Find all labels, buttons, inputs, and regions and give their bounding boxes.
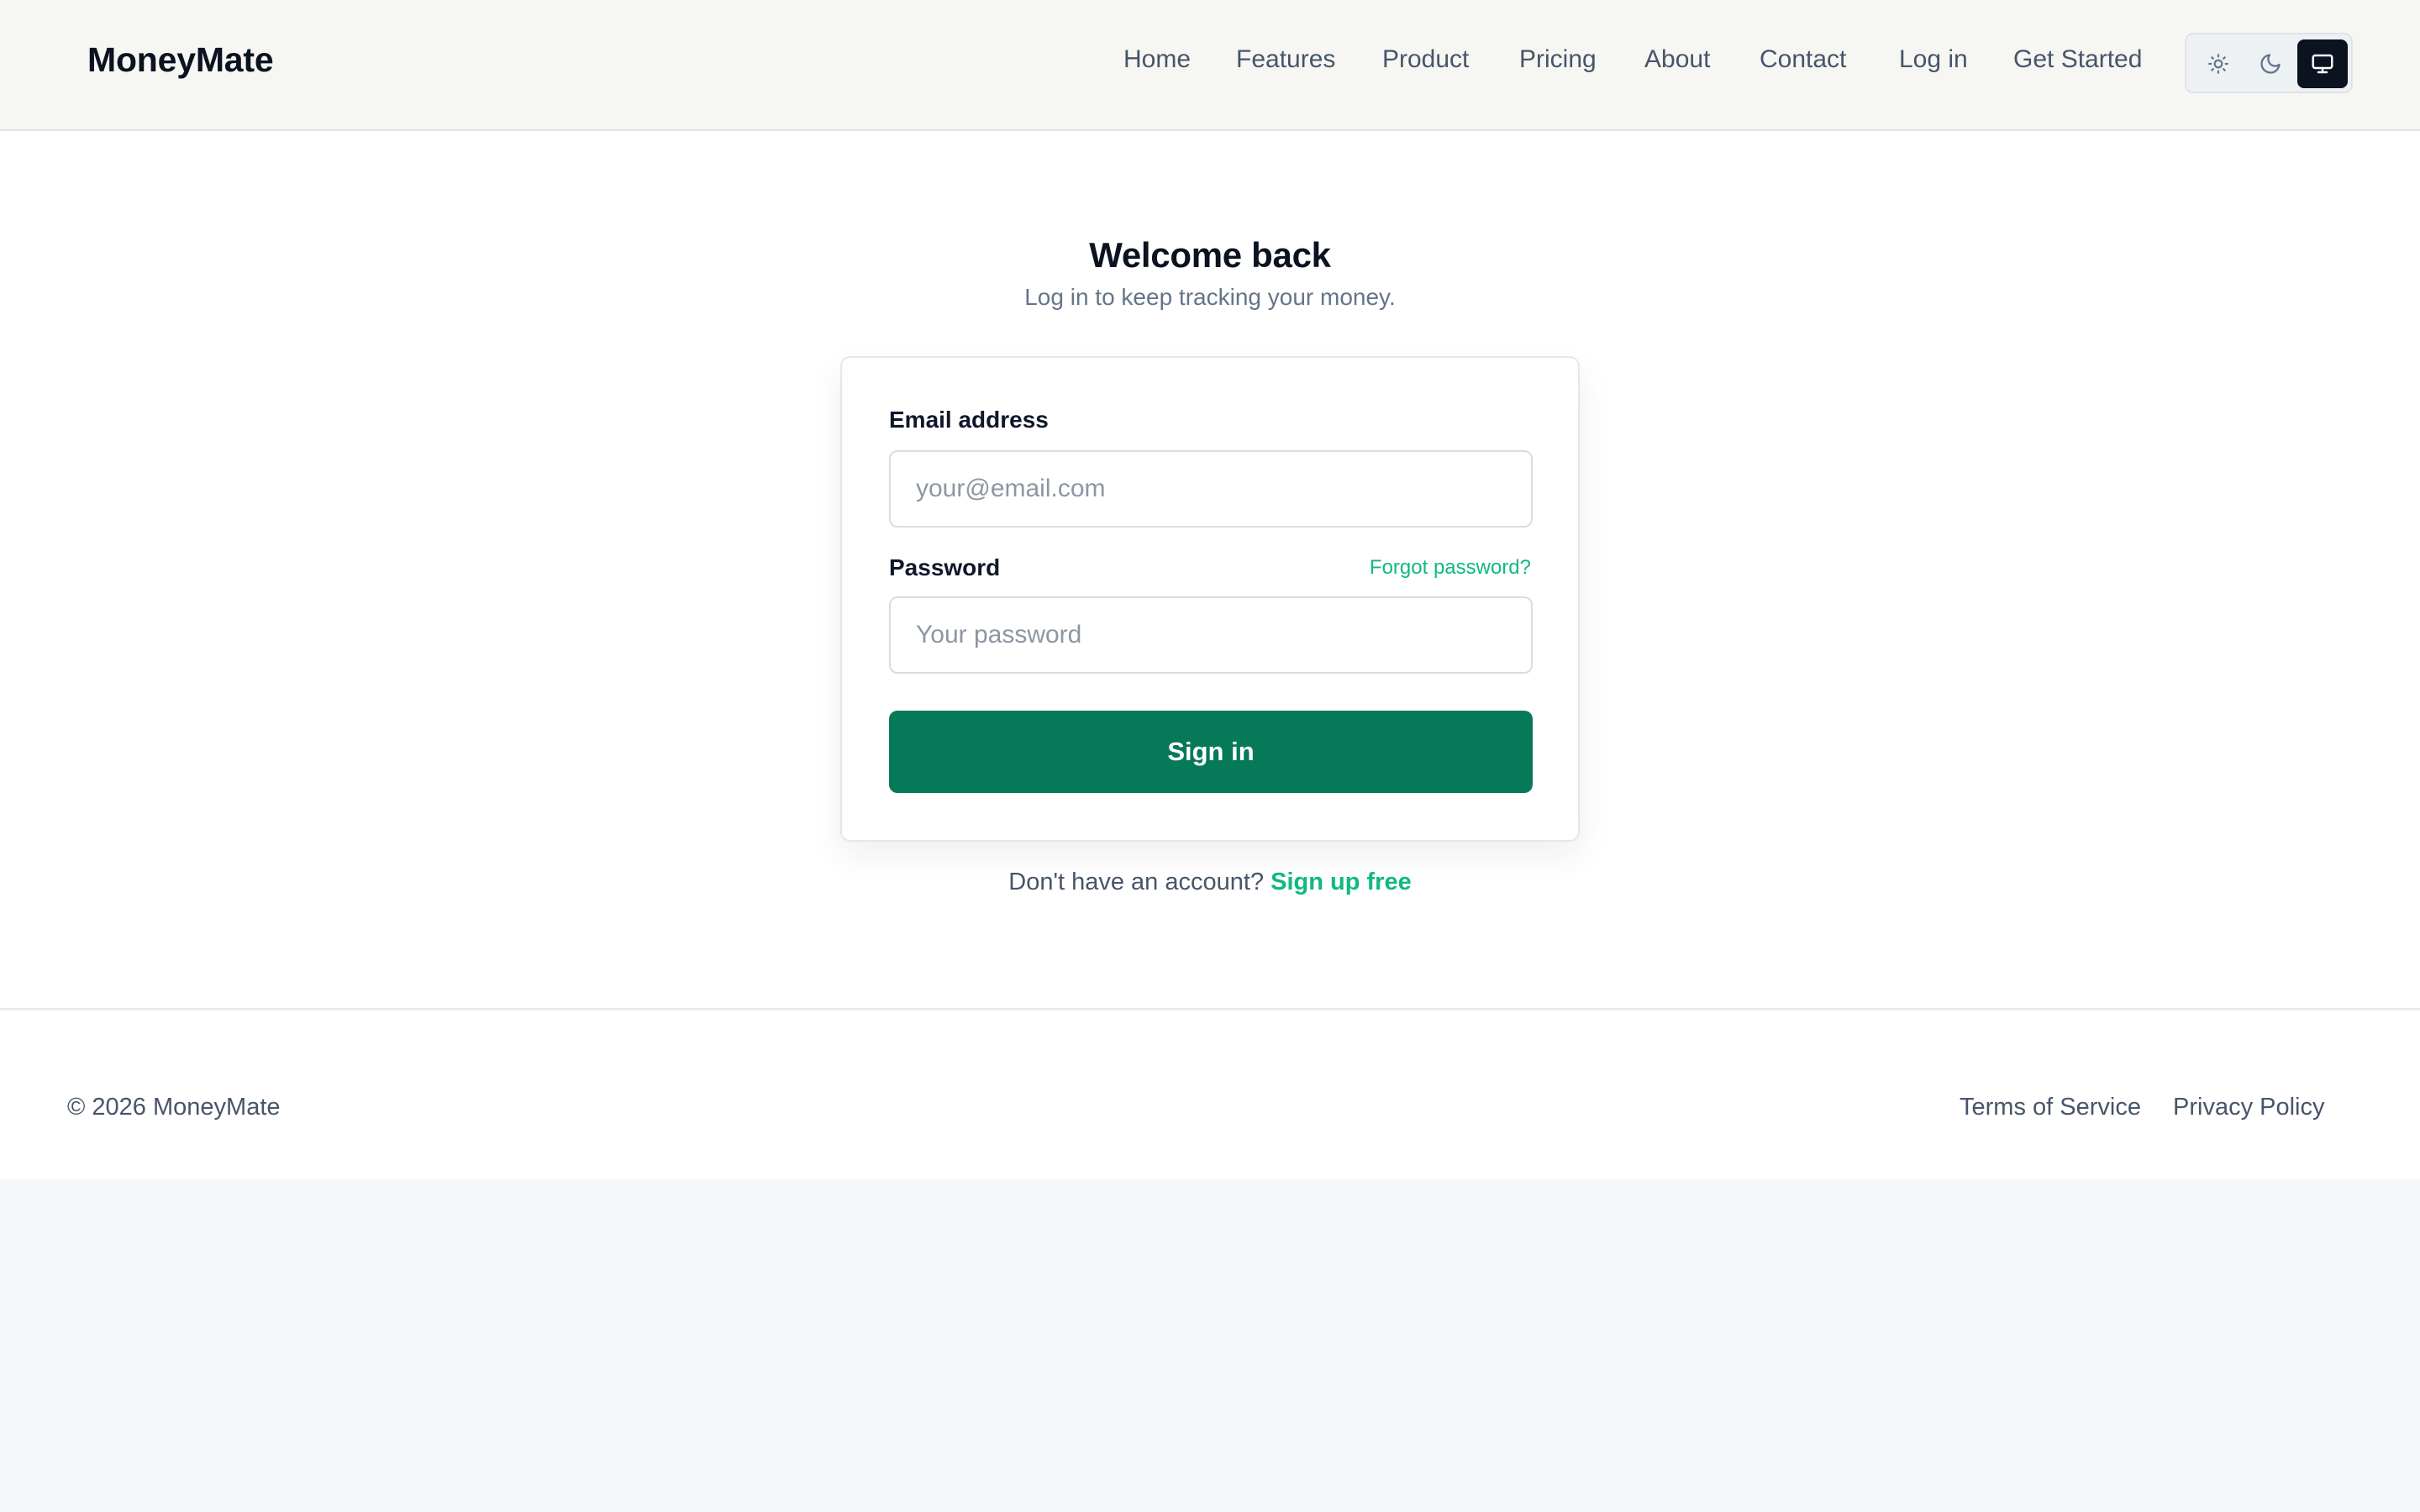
nav-login-link[interactable]: Log in — [1899, 45, 1968, 74]
forgot-password-link[interactable]: Forgot password? — [1370, 556, 1531, 580]
password-field[interactable] — [889, 596, 1533, 674]
page: MoneyMate Home Features Product Pricing … — [0, 0, 2420, 1512]
email-label: Email address — [889, 407, 1049, 433]
copyright-text: © 2026 MoneyMate — [67, 1094, 281, 1121]
system-theme-button[interactable] — [2297, 39, 2348, 88]
moon-icon — [2260, 54, 2281, 74]
sun-icon — [2208, 54, 2228, 74]
page-subtitle: Log in to keep tracking your money. — [1024, 284, 1396, 310]
signup-prompt-text: Don't have an account? — [1008, 869, 1265, 895]
nav-about-link[interactable]: About — [1644, 45, 1710, 74]
monitor-icon — [2312, 54, 2333, 74]
nav-product-link[interactable]: Product — [1382, 45, 1469, 74]
nav-features-link[interactable]: Features — [1236, 45, 1335, 74]
sign-in-button[interactable]: Sign in — [889, 711, 1533, 793]
sign-up-link[interactable]: Sign up free — [1270, 869, 1412, 895]
nav-get-started-link[interactable]: Get Started — [2013, 45, 2142, 74]
login-section: Welcome back Log in to keep tracking you… — [0, 131, 2420, 1010]
theme-switcher — [2185, 33, 2353, 93]
signup-prompt-line: Don't have an account? Sign up free — [0, 869, 2420, 896]
page-title: Welcome back — [1089, 235, 1331, 275]
main-nav: Home Features Product Pricing About Cont… — [0, 45, 2420, 82]
password-label: Password — [889, 554, 1001, 580]
nav-contact-link[interactable]: Contact — [1760, 45, 1846, 74]
nav-home-link[interactable]: Home — [1123, 45, 1191, 74]
terms-of-service-link[interactable]: Terms of Service — [1960, 1094, 2141, 1121]
top-nav-bar: MoneyMate Home Features Product Pricing … — [0, 0, 2420, 131]
privacy-policy-link[interactable]: Privacy Policy — [2173, 1094, 2325, 1121]
nav-pricing-link[interactable]: Pricing — [1519, 45, 1597, 74]
email-field[interactable] — [889, 450, 1533, 528]
site-footer: © 2026 MoneyMate Terms of Service Privac… — [0, 1011, 2420, 1179]
login-card: Email address Password Forgot password? … — [840, 356, 1580, 842]
light-theme-button[interactable] — [2193, 39, 2244, 88]
dark-theme-button[interactable] — [2245, 39, 2296, 88]
